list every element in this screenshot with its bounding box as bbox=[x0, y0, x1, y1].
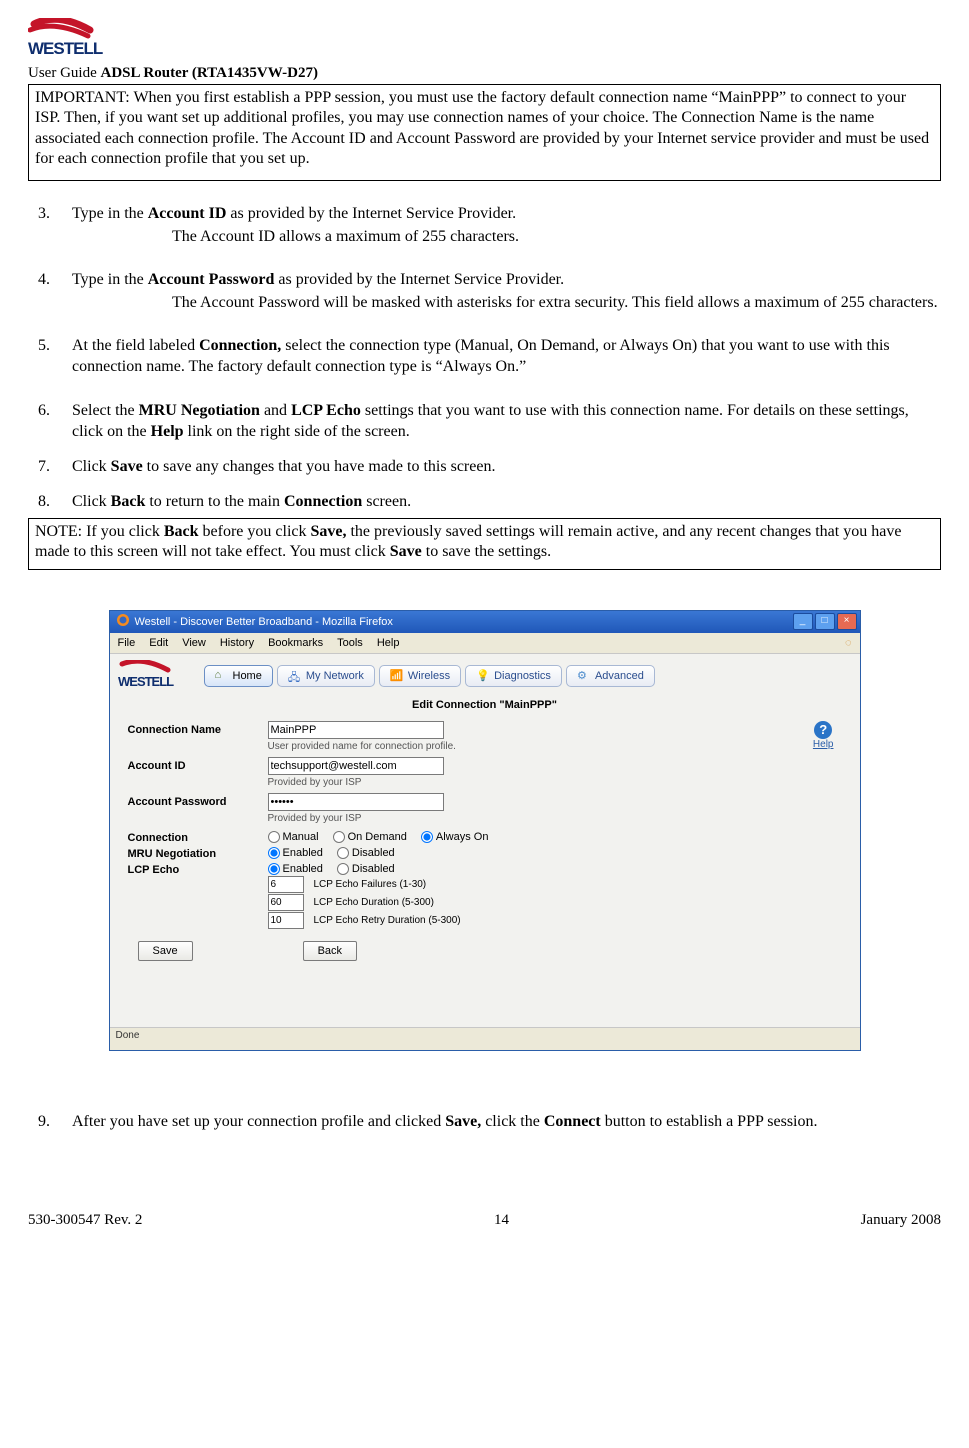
product-name: ADSL Router (RTA1435VW-D27) bbox=[100, 65, 318, 81]
page-content: WESTELL ⌂Home 🖧My Network 📶Wireless 💡Dia… bbox=[110, 654, 860, 1027]
step-number: 6. bbox=[28, 400, 50, 442]
step-3: 3. Type in the Account ID as provided by… bbox=[28, 203, 941, 247]
save-button[interactable]: Save bbox=[138, 941, 193, 961]
radio-manual[interactable]: Manual bbox=[268, 831, 319, 843]
steps-list-2: 9. After you have set up your connection… bbox=[28, 1111, 941, 1132]
step-5: 5. At the field labeled Connection, sele… bbox=[28, 335, 941, 377]
svg-text:WESTELL: WESTELL bbox=[28, 39, 103, 58]
throbber-icon: ◌ bbox=[845, 637, 852, 649]
label-lcp: LCP Echo bbox=[128, 861, 268, 876]
firefox-statusbar: Done bbox=[110, 1027, 860, 1050]
westell-logo: WESTELL bbox=[28, 18, 118, 63]
label-account-password: Account Password bbox=[128, 793, 268, 808]
diagnostics-icon: 💡 bbox=[476, 669, 490, 683]
lcp-retry-label: LCP Echo Retry Duration (5-300) bbox=[314, 915, 461, 926]
nav-tabs: ⌂Home 🖧My Network 📶Wireless 💡Diagnostics… bbox=[204, 665, 655, 687]
home-icon: ⌂ bbox=[215, 669, 229, 683]
minimize-button[interactable]: _ bbox=[793, 613, 813, 630]
page-header: WESTELL bbox=[28, 18, 941, 63]
lcp-failures-input[interactable] bbox=[268, 876, 304, 893]
advanced-icon: ⚙ bbox=[577, 669, 591, 683]
step-number: 4. bbox=[28, 269, 50, 313]
radio-always-on[interactable]: Always On bbox=[421, 831, 489, 843]
connection-name-input[interactable] bbox=[268, 721, 444, 739]
radio-mru-enabled[interactable]: Enabled bbox=[268, 847, 323, 859]
close-button[interactable]: × bbox=[837, 613, 857, 630]
radio-lcp-enabled[interactable]: Enabled bbox=[268, 863, 323, 875]
step-7: 7. Click Save to save any changes that y… bbox=[28, 456, 941, 477]
edit-connection-form: ? Help Connection Name User provided nam… bbox=[118, 721, 852, 969]
footer-left: 530-300547 Rev. 2 bbox=[28, 1212, 142, 1229]
lcp-retry-input[interactable] bbox=[268, 912, 304, 929]
screenshot: Westell - Discover Better Broadband - Mo… bbox=[28, 610, 941, 1051]
note-box: NOTE: If you click Back before you click… bbox=[28, 518, 941, 570]
menu-file[interactable]: File bbox=[118, 637, 136, 649]
menu-view[interactable]: View bbox=[182, 637, 206, 649]
label-account-id: Account ID bbox=[128, 757, 268, 772]
lcp-duration-input[interactable] bbox=[268, 894, 304, 911]
important-note-text: IMPORTANT: When you first establish a PP… bbox=[35, 89, 929, 167]
lcp-duration-label: LCP Echo Duration (5-300) bbox=[314, 897, 434, 908]
tab-wireless[interactable]: 📶Wireless bbox=[379, 665, 461, 687]
step-9: 9. After you have set up your connection… bbox=[28, 1111, 941, 1132]
steps-list: 3. Type in the Account ID as provided by… bbox=[28, 203, 941, 512]
maximize-button[interactable]: □ bbox=[815, 613, 835, 630]
network-icon: 🖧 bbox=[288, 669, 302, 683]
account-id-hint: Provided by your ISP bbox=[268, 777, 842, 788]
label-connection-name: Connection Name bbox=[128, 721, 268, 736]
label-mru: MRU Negotiation bbox=[128, 845, 268, 860]
radio-on-demand[interactable]: On Demand bbox=[333, 831, 407, 843]
lcp-radio-group: Enabled Disabled bbox=[268, 863, 842, 875]
account-id-input[interactable] bbox=[268, 757, 444, 775]
radio-lcp-disabled[interactable]: Disabled bbox=[337, 863, 395, 875]
tab-diagnostics[interactable]: 💡Diagnostics bbox=[465, 665, 562, 687]
header-line: User Guide ADSL Router (RTA1435VW-D27) bbox=[28, 65, 941, 82]
westell-logo-small: WESTELL bbox=[118, 660, 194, 693]
help-link[interactable]: ? Help bbox=[813, 721, 834, 750]
back-button[interactable]: Back bbox=[303, 941, 357, 961]
tab-advanced[interactable]: ⚙Advanced bbox=[566, 665, 655, 687]
lcp-failures-label: LCP Echo Failures (1-30) bbox=[314, 879, 427, 890]
help-link-text[interactable]: Help bbox=[813, 739, 834, 750]
footer-date: January 2008 bbox=[861, 1212, 941, 1229]
step-4: 4. Type in the Account Password as provi… bbox=[28, 269, 941, 313]
menu-tools[interactable]: Tools bbox=[337, 637, 363, 649]
radio-mru-disabled[interactable]: Disabled bbox=[337, 847, 395, 859]
window-titlebar[interactable]: Westell - Discover Better Broadband - Mo… bbox=[110, 611, 860, 633]
footer-page-number: 14 bbox=[494, 1212, 509, 1229]
step-number: 7. bbox=[28, 456, 50, 477]
mru-radio-group: Enabled Disabled bbox=[268, 847, 842, 859]
step-subnote: The Account Password will be masked with… bbox=[172, 292, 941, 313]
window-title-text: Westell - Discover Better Broadband - Mo… bbox=[135, 616, 393, 628]
svg-text:WESTELL: WESTELL bbox=[118, 674, 174, 689]
page-footer: 530-300547 Rev. 2 14 January 2008 bbox=[28, 1212, 941, 1229]
step-number: 8. bbox=[28, 491, 50, 512]
step-subnote: The Account ID allows a maximum of 255 c… bbox=[172, 226, 941, 247]
connection-name-hint: User provided name for connection profil… bbox=[268, 741, 842, 752]
menu-edit[interactable]: Edit bbox=[149, 637, 168, 649]
help-icon: ? bbox=[814, 721, 832, 739]
step-6: 6. Select the MRU Negotiation and LCP Ec… bbox=[28, 400, 941, 442]
tab-home[interactable]: ⌂Home bbox=[204, 665, 273, 687]
menu-help[interactable]: Help bbox=[377, 637, 400, 649]
panel-title: Edit Connection "MainPPP" bbox=[118, 699, 852, 711]
label-connection: Connection bbox=[128, 829, 268, 844]
user-guide-label: User Guide bbox=[28, 65, 97, 81]
step-8: 8. Click Back to return to the main Conn… bbox=[28, 491, 941, 512]
menu-bookmarks[interactable]: Bookmarks bbox=[268, 637, 323, 649]
menu-history[interactable]: History bbox=[220, 637, 254, 649]
step-number: 9. bbox=[28, 1111, 50, 1132]
account-password-hint: Provided by your ISP bbox=[268, 813, 842, 824]
step-number: 5. bbox=[28, 335, 50, 377]
important-note-box: IMPORTANT: When you first establish a PP… bbox=[28, 84, 941, 181]
firefox-icon bbox=[116, 613, 130, 630]
tab-my-network[interactable]: 🖧My Network bbox=[277, 665, 375, 687]
account-password-input[interactable] bbox=[268, 793, 444, 811]
wireless-icon: 📶 bbox=[390, 669, 404, 683]
step-number: 3. bbox=[28, 203, 50, 247]
firefox-menubar[interactable]: File Edit View History Bookmarks Tools H… bbox=[110, 633, 860, 654]
firefox-window: Westell - Discover Better Broadband - Mo… bbox=[109, 610, 861, 1051]
connection-radio-group: Manual On Demand Always On bbox=[268, 831, 842, 843]
